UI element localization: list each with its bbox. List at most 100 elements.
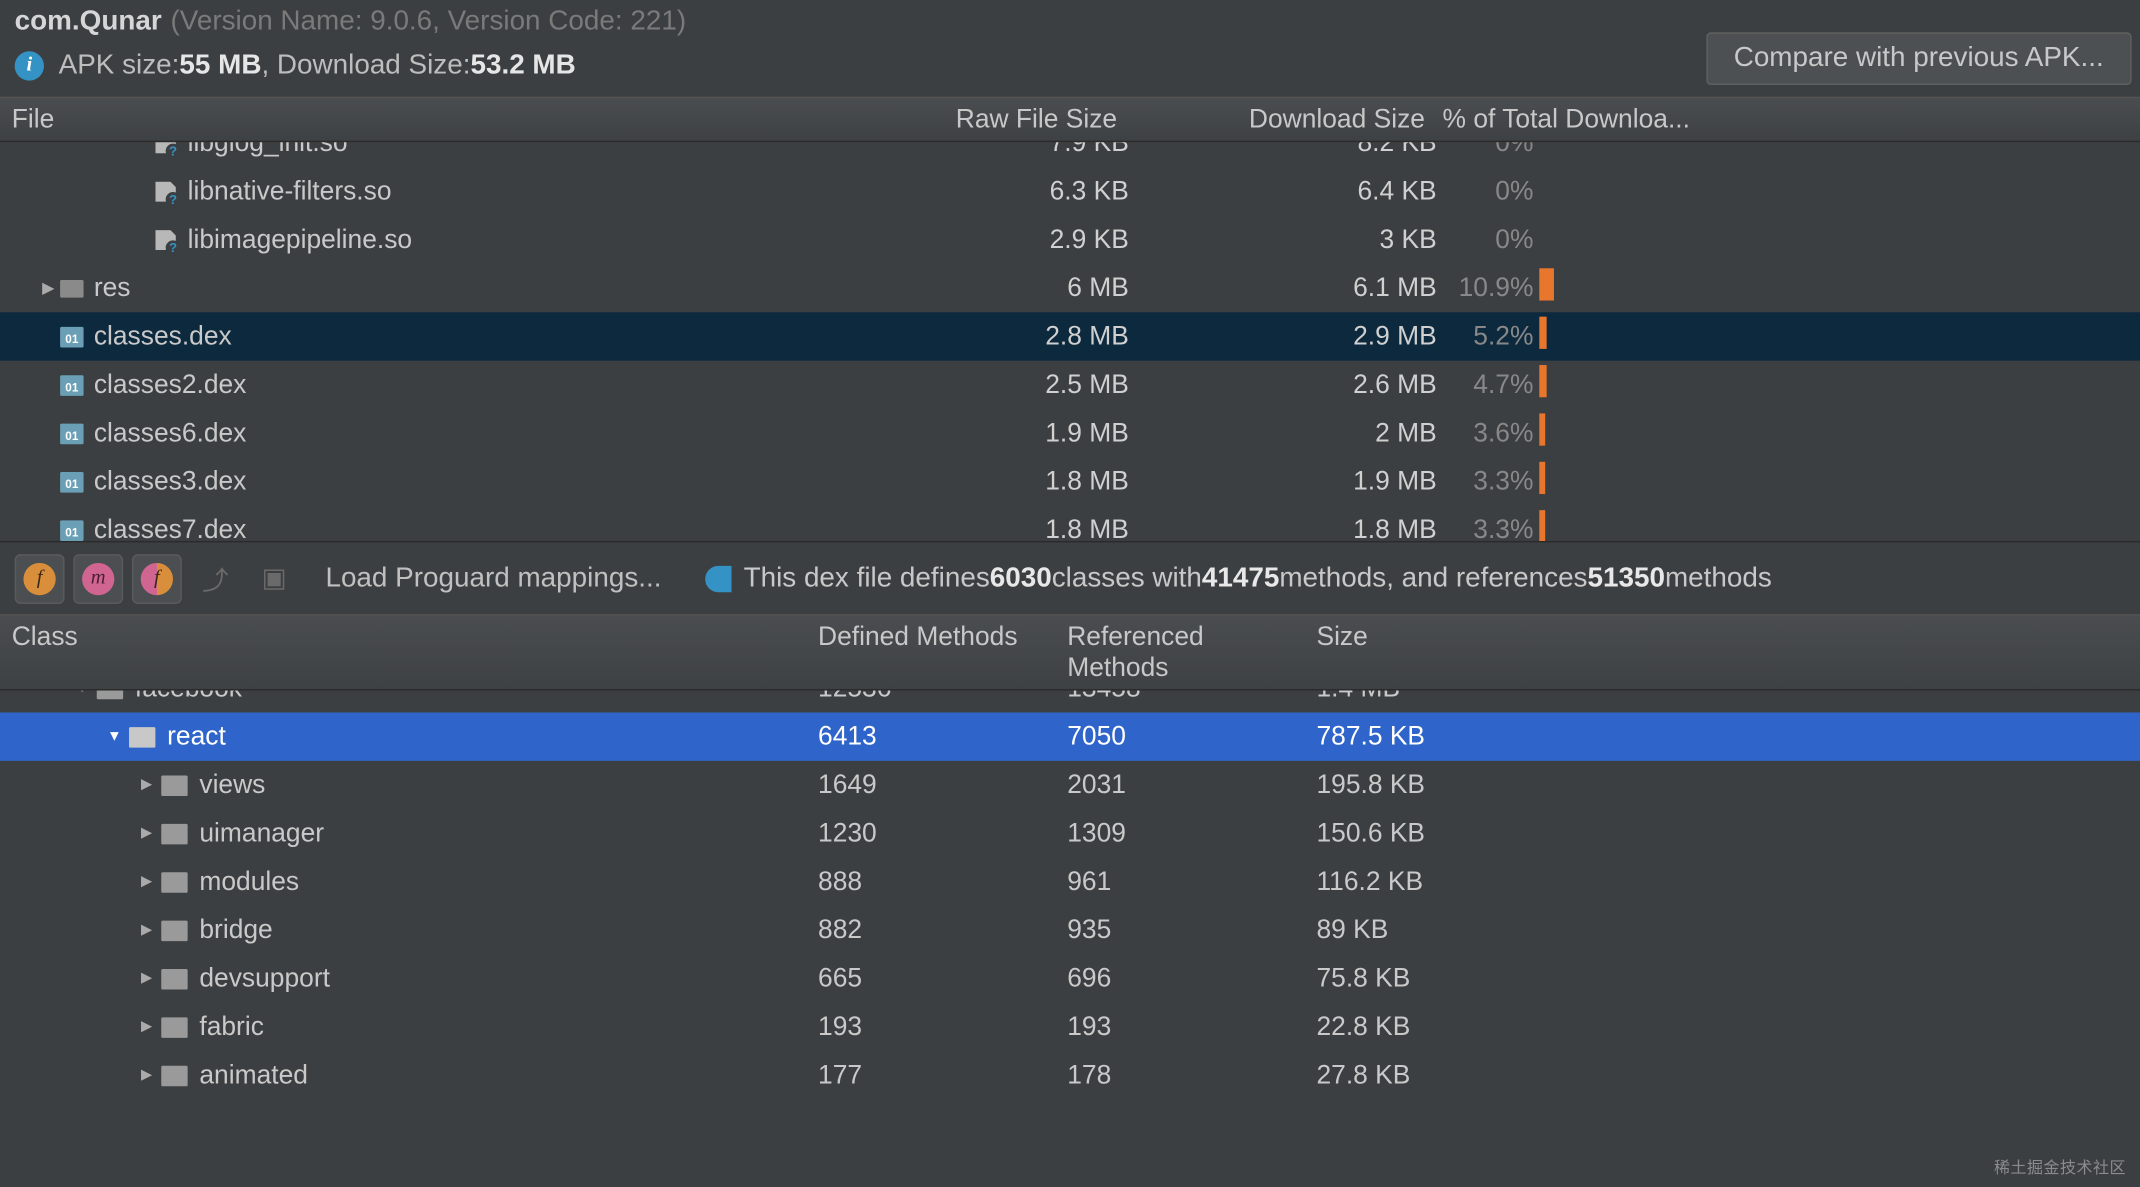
col-raw-size[interactable]: Raw File Size [924, 98, 1129, 141]
class-row[interactable]: devsupport66569675.8 KB [0, 954, 2140, 1002]
compare-apk-button[interactable]: Compare with previous APK... [1706, 32, 2132, 85]
percent: 0% [1437, 224, 1540, 255]
class-row[interactable]: animated17717827.8 KB [0, 1051, 2140, 1099]
class-name: fabric [199, 1012, 264, 1043]
class-size: 22.8 KB [1305, 1012, 2140, 1043]
referenced-methods: 961 [1056, 866, 1305, 897]
package-icon [161, 1065, 187, 1086]
expand-icon[interactable] [138, 874, 156, 890]
col-size[interactable]: Size [1305, 616, 2140, 689]
package-icon [129, 726, 155, 747]
percent: 0% [1437, 176, 1540, 207]
expand-icon[interactable] [138, 777, 156, 793]
dex-ref-count: 51350 [1587, 562, 1664, 594]
percent-bar [1539, 142, 2140, 163]
dex-icon [59, 325, 85, 348]
file-name: libglog_init.so [188, 142, 348, 158]
download-size: 2 MB [1129, 418, 1437, 449]
expand-icon[interactable] [73, 690, 91, 696]
file-name: classes3.dex [94, 466, 247, 497]
col-percent[interactable]: % of Total Downloa... [1437, 98, 2140, 141]
percent-bar [1539, 365, 2140, 405]
file-name: classes7.dex [94, 515, 247, 541]
file-row[interactable]: classes6.dex1.9 MB2 MB3.6% [0, 409, 2140, 457]
lib-icon [152, 228, 178, 251]
file-row[interactable]: ▶res6 MB6.1 MB10.9% [0, 264, 2140, 312]
expand-icon[interactable]: ▶ [38, 279, 59, 298]
col-class[interactable]: Class [0, 616, 806, 689]
file-name: classes.dex [94, 321, 232, 352]
nav-up-icon[interactable]: ⤴ [191, 553, 241, 603]
referenced-methods: 13458 [1056, 690, 1305, 703]
class-row[interactable]: bridge88293589 KB [0, 906, 2140, 954]
file-row[interactable]: classes3.dex1.8 MB1.9 MB3.3% [0, 457, 2140, 505]
col-file[interactable]: File [0, 98, 924, 141]
filter-mixed-button[interactable]: f [132, 553, 182, 603]
dex-half-icon [705, 565, 731, 591]
class-name: bridge [199, 915, 272, 946]
raw-size: 6 MB [924, 273, 1129, 304]
file-row[interactable]: classes.dex2.8 MB2.9 MB5.2% [0, 312, 2140, 360]
class-size: 27.8 KB [1305, 1060, 2140, 1091]
dex-class-count: 6030 [990, 562, 1052, 594]
load-proguard-button[interactable]: Load Proguard mappings... [325, 562, 661, 594]
percent-bar [1539, 268, 2140, 308]
percent-bar [1539, 510, 2140, 541]
class-row[interactable]: fabric19319322.8 KB [0, 1003, 2140, 1051]
file-row[interactable]: classes7.dex1.8 MB1.8 MB3.3% [0, 506, 2140, 541]
file-name: classes6.dex [94, 418, 247, 449]
file-row[interactable]: classes2.dex2.5 MB2.6 MB4.7% [0, 361, 2140, 409]
class-name: modules [199, 866, 299, 897]
dl-size-value: 53.2 MB [470, 50, 575, 82]
expand-icon[interactable] [138, 970, 156, 986]
filter-methods-button[interactable]: m [73, 553, 123, 603]
class-row[interactable]: uimanager12301309150.6 KB [0, 809, 2140, 857]
apk-size-label: APK size: [59, 50, 180, 82]
folder-nav-icon[interactable]: ▣ [249, 553, 299, 603]
col-referenced[interactable]: Referenced Methods [1056, 616, 1305, 689]
col-defined[interactable]: Defined Methods [806, 616, 1055, 689]
defined-methods: 888 [806, 866, 1055, 897]
class-row[interactable]: modules 888961116.2 KB [0, 858, 2140, 906]
referenced-methods: 193 [1056, 1012, 1305, 1043]
col-download-size[interactable]: Download Size [1129, 98, 1437, 141]
file-row[interactable]: libimagepipeline.so2.9 KB3 KB0% [0, 216, 2140, 264]
expand-icon[interactable] [138, 1019, 156, 1035]
referenced-methods: 935 [1056, 915, 1305, 946]
class-name: devsupport [199, 963, 330, 994]
expand-icon[interactable] [138, 922, 156, 938]
percent: 0% [1437, 142, 1540, 158]
class-list[interactable]: facebook12536134581.4 MBreact64137050787… [0, 690, 2140, 1099]
expand-icon[interactable] [138, 1067, 156, 1083]
class-size: 75.8 KB [1305, 963, 2140, 994]
file-row[interactable]: libglog_init.so7.9 KB8.2 KB0% [0, 142, 2140, 167]
class-size: 195.8 KB [1305, 770, 2140, 801]
package-icon [161, 920, 187, 941]
defined-methods: 882 [806, 915, 1055, 946]
dex-icon [59, 470, 85, 493]
class-name: views [199, 770, 265, 801]
raw-size: 1.8 MB [924, 466, 1129, 497]
file-list[interactable]: libglog_init.so7.9 KB8.2 KB0%libnative-f… [0, 142, 2140, 541]
class-name: react [167, 721, 226, 752]
class-name: facebook [135, 690, 242, 703]
size-row: i APK size: 55 MB , Download Size: 53.2 … [0, 41, 2140, 97]
raw-size: 6.3 KB [924, 176, 1129, 207]
class-row[interactable]: facebook12536134581.4 MB [0, 690, 2140, 712]
referenced-methods: 2031 [1056, 770, 1305, 801]
class-row[interactable]: react64137050787.5 KB [0, 712, 2140, 760]
filter-fields-button[interactable]: f [15, 553, 65, 603]
class-row[interactable]: views16492031195.8 KB [0, 761, 2140, 809]
dl-size-label: , Download Size: [261, 50, 470, 82]
file-row[interactable]: libnative-filters.so6.3 KB6.4 KB0% [0, 167, 2140, 215]
defined-methods: 12536 [806, 690, 1055, 703]
expand-icon[interactable] [138, 825, 156, 841]
class-size: 116.2 KB [1305, 866, 2140, 897]
dex-toolbar: f m f ⤴ ▣ Load Proguard mappings... This… [0, 541, 2140, 614]
percent: 3.6% [1437, 418, 1540, 449]
percent-bar [1539, 317, 2140, 357]
expand-icon[interactable] [106, 729, 124, 745]
download-size: 1.9 MB [1129, 466, 1437, 497]
defined-methods: 1230 [806, 818, 1055, 849]
dex-icon [59, 421, 85, 444]
